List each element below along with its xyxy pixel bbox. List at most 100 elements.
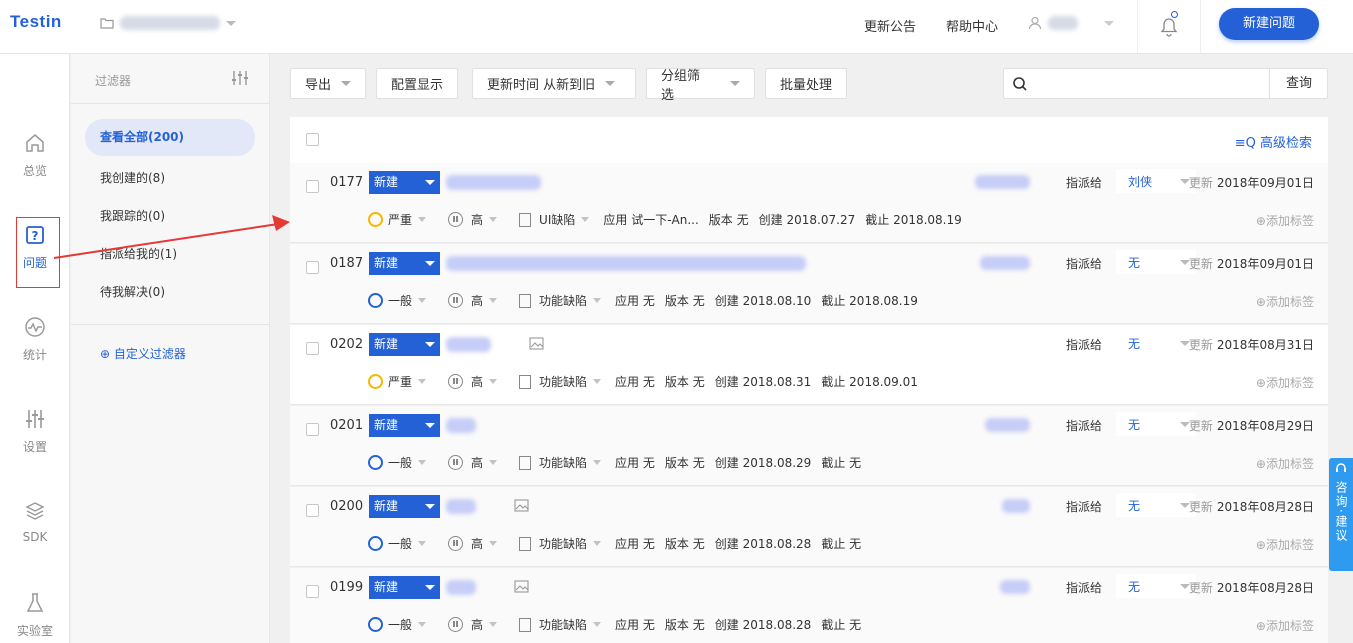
status-dropdown[interactable]: 新建: [369, 414, 440, 437]
nav-item-settings[interactable]: 设置: [0, 408, 70, 455]
project-selector[interactable]: [100, 16, 236, 30]
chevron-down-icon: [425, 342, 435, 347]
priority-value[interactable]: 高: [471, 292, 483, 309]
issue-title-redacted[interactable]: [446, 418, 476, 433]
table-row[interactable]: 0177 新建 指派给 刘侠 更新 2018年09月01日 严重 高 UI缺陷 应…: [290, 163, 1328, 243]
assignee-select[interactable]: 无: [1116, 331, 1196, 355]
notifications-button[interactable]: [1137, 0, 1201, 53]
status-dropdown[interactable]: 新建: [369, 252, 440, 275]
filter-settings-icon[interactable]: [231, 70, 249, 86]
search-button[interactable]: 查询: [1269, 69, 1328, 98]
batch-process-button[interactable]: 批量处理: [765, 68, 848, 99]
nav-label: 总览: [22, 164, 47, 178]
feedback-label: 咨询·建议: [1334, 481, 1348, 543]
filter-created-by-me[interactable]: 我创建的(8): [100, 169, 165, 186]
username-redacted: [1048, 16, 1078, 30]
type-value[interactable]: 功能缺陷: [539, 535, 587, 552]
priority-value[interactable]: 高: [471, 373, 483, 390]
nav-item-stats[interactable]: 统计: [0, 316, 70, 363]
type-value[interactable]: 功能缺陷: [539, 454, 587, 471]
plus-circle-icon: ⊕: [1255, 538, 1266, 552]
type-value[interactable]: 功能缺陷: [539, 292, 587, 309]
custom-filter-link[interactable]: ⊕ 自定义过滤器: [100, 345, 186, 362]
issue-title-redacted[interactable]: [446, 580, 476, 595]
issue-title-redacted[interactable]: [446, 499, 476, 514]
new-issue-button[interactable]: 新建问题: [1219, 8, 1319, 40]
updated-label: 更新: [1188, 257, 1213, 271]
assignee-select[interactable]: 无: [1116, 412, 1196, 436]
table-row[interactable]: 0199 新建 指派给 无 更新 2018年08月28日 一般 高 功能缺陷 应用…: [290, 568, 1328, 643]
user-menu[interactable]: [1028, 16, 1114, 30]
severity-value[interactable]: 严重: [388, 373, 412, 390]
add-tag-button[interactable]: ⊕添加标签: [1256, 617, 1314, 634]
priority-value[interactable]: 高: [471, 454, 483, 471]
add-tag-button[interactable]: ⊕添加标签: [1256, 293, 1314, 310]
nav-item-sdk[interactable]: SDK: [0, 500, 70, 544]
priority-value[interactable]: 高: [471, 535, 483, 552]
priority-icon: [448, 536, 464, 551]
severity-value[interactable]: 一般: [388, 454, 412, 471]
row-checkbox[interactable]: [306, 342, 319, 355]
export-button[interactable]: 导出: [290, 68, 367, 99]
severity-icon: [368, 374, 383, 389]
sort-dropdown[interactable]: 更新时间 从新到旧: [472, 68, 636, 99]
assignee-select[interactable]: 无: [1116, 574, 1196, 598]
table-row[interactable]: 0200 新建 指派给 无 更新 2018年08月28日 一般 高 功能缺陷 应用…: [290, 487, 1328, 567]
feedback-tab[interactable]: 咨询·建议: [1329, 458, 1353, 571]
group-filter-dropdown[interactable]: 分组筛选: [646, 68, 755, 103]
config-display-button[interactable]: 配置显示: [376, 68, 459, 99]
add-tag-button[interactable]: ⊕添加标签: [1256, 536, 1314, 553]
assignee-select[interactable]: 刘侠: [1116, 169, 1196, 193]
issue-id[interactable]: 0200: [330, 499, 363, 514]
assign-label: 指派给: [1066, 257, 1103, 271]
filter-all[interactable]: 查看全部(200): [85, 119, 255, 156]
document-icon: [519, 617, 532, 632]
help-center-link[interactable]: 帮助中心: [946, 16, 998, 35]
type-value[interactable]: 功能缺陷: [539, 373, 587, 390]
type-value[interactable]: 功能缺陷: [539, 616, 587, 633]
priority-value[interactable]: 高: [471, 211, 483, 228]
assignee-select[interactable]: 无: [1116, 250, 1196, 274]
add-tag-button[interactable]: ⊕添加标签: [1256, 374, 1314, 391]
logo[interactable]: Testin: [10, 12, 62, 32]
issue-id[interactable]: 0199: [330, 580, 363, 595]
status-dropdown[interactable]: 新建: [369, 576, 440, 599]
severity-value[interactable]: 一般: [388, 616, 412, 633]
row-checkbox[interactable]: [306, 585, 319, 598]
filter-to-resolve[interactable]: 待我解决(0): [100, 283, 165, 300]
row-checkbox[interactable]: [306, 261, 319, 274]
severity-value[interactable]: 一般: [388, 535, 412, 552]
issue-title-redacted[interactable]: [446, 256, 806, 271]
announcements-link[interactable]: 更新公告: [864, 16, 916, 35]
status-dropdown[interactable]: 新建: [369, 333, 440, 356]
issue-id[interactable]: 0177: [330, 175, 363, 190]
table-row[interactable]: 0202 新建 指派给 无 更新 2018年08月31日 严重 高 功能缺陷 应用…: [290, 325, 1328, 405]
table-row[interactable]: 0187 新建 指派给 无 更新 2018年09月01日 一般 高 功能缺陷 应用…: [290, 244, 1328, 324]
row-checkbox[interactable]: [306, 423, 319, 436]
type-value[interactable]: UI缺陷: [539, 211, 575, 228]
add-tag-button[interactable]: ⊕添加标签: [1256, 455, 1314, 472]
version-label: 版本: [664, 537, 689, 551]
status-dropdown[interactable]: 新建: [369, 171, 440, 194]
row-checkbox[interactable]: [306, 180, 319, 193]
created-label: 创建: [714, 375, 739, 389]
priority-value[interactable]: 高: [471, 616, 483, 633]
row-checkbox[interactable]: [306, 504, 319, 517]
table-row[interactable]: 0201 新建 指派给 无 更新 2018年08月29日 一般 高 功能缺陷 应用…: [290, 406, 1328, 486]
severity-value[interactable]: 一般: [388, 292, 412, 309]
priority-icon: [448, 455, 464, 470]
nav-item-overview[interactable]: 总览: [0, 132, 70, 179]
status-dropdown[interactable]: 新建: [369, 495, 440, 518]
issue-id[interactable]: 0201: [330, 418, 363, 433]
assignee-select[interactable]: 无: [1116, 493, 1196, 517]
issue-id[interactable]: 0202: [330, 337, 363, 352]
select-all-checkbox[interactable]: [306, 133, 319, 146]
issue-id[interactable]: 0187: [330, 256, 363, 271]
add-tag-button[interactable]: ⊕添加标签: [1256, 212, 1314, 229]
issue-title-redacted[interactable]: [446, 337, 491, 352]
search-input[interactable]: [1036, 73, 1264, 95]
severity-value[interactable]: 严重: [388, 211, 412, 228]
issue-title-redacted[interactable]: [446, 175, 541, 190]
nav-item-lab[interactable]: 实验室: [0, 592, 70, 639]
advanced-search-link[interactable]: ≡Q 高级检索: [1235, 132, 1312, 151]
